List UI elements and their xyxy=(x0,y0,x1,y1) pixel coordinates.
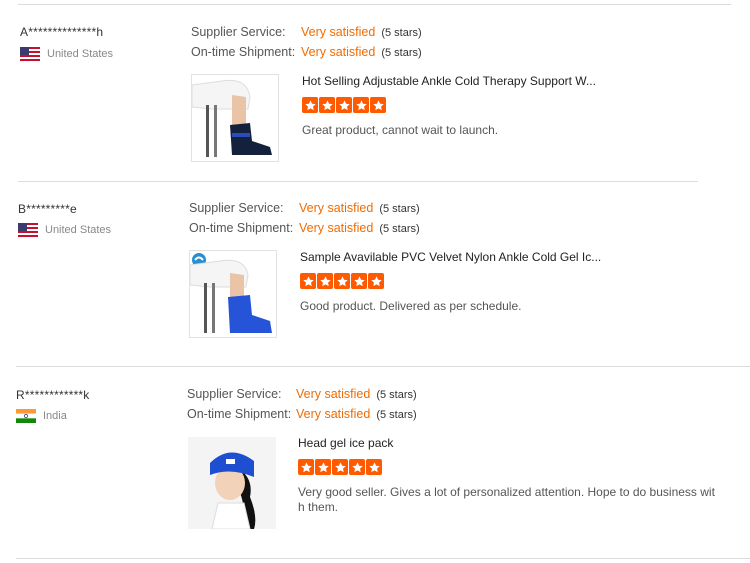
bottom-divider xyxy=(16,558,750,559)
product-rating-stars xyxy=(300,273,384,289)
review-comment: Great product, cannot wait to launch. xyxy=(302,123,499,137)
supplier-service-stars: (5 stars) xyxy=(379,203,420,215)
product-image[interactable] xyxy=(187,436,277,530)
star-icon xyxy=(351,273,367,289)
supplier-service-value: Very satisfied xyxy=(301,25,376,39)
star-icon xyxy=(353,97,369,113)
supplier-service-value: Very satisfied xyxy=(296,387,371,401)
review-divider xyxy=(18,181,698,182)
on-time-shipment-rating: On-time Shipment: Very satisfied (5 star… xyxy=(187,407,417,421)
star-icon xyxy=(334,273,350,289)
review-comment: Good product. Delivered as per schedule. xyxy=(300,299,522,313)
on-time-shipment-stars: (5 stars) xyxy=(381,47,422,59)
product-image[interactable] xyxy=(191,74,279,162)
star-icon xyxy=(319,97,335,113)
product-title[interactable]: Hot Selling Adjustable Ankle Cold Therap… xyxy=(302,74,596,88)
review-divider xyxy=(16,366,750,367)
star-icon xyxy=(315,459,331,475)
on-time-shipment-value: Very satisfied xyxy=(296,407,371,421)
supplier-service-rating: Supplier Service: Very satisfied (5 star… xyxy=(191,25,422,39)
product-title[interactable]: Head gel ice pack xyxy=(298,436,393,450)
product-image[interactable] xyxy=(189,250,277,338)
star-icon xyxy=(332,459,348,475)
star-icon xyxy=(349,459,365,475)
country-label: United States xyxy=(45,224,112,236)
product-rating-stars xyxy=(298,459,382,475)
india-flag-icon xyxy=(16,409,36,423)
supplier-service-value: Very satisfied xyxy=(299,201,374,215)
country-label: United States xyxy=(47,48,114,60)
on-time-shipment-value: Very satisfied xyxy=(301,45,376,59)
supplier-service-rating: Supplier Service: Very satisfied (5 star… xyxy=(189,201,420,215)
on-time-shipment-label: On-time Shipment: xyxy=(187,407,292,421)
reviewer-country: United States xyxy=(18,223,111,237)
on-time-shipment-label: On-time Shipment: xyxy=(189,221,294,235)
us-flag-icon xyxy=(20,47,40,61)
star-icon xyxy=(300,273,316,289)
supplier-service-stars: (5 stars) xyxy=(381,27,422,39)
reviewer-name: B*********e xyxy=(18,202,77,216)
on-time-shipment-value: Very satisfied xyxy=(299,221,374,235)
star-icon xyxy=(317,273,333,289)
reviewer-name: A**************h xyxy=(20,25,104,39)
star-icon xyxy=(370,97,386,113)
on-time-shipment-rating: On-time Shipment: Very satisfied (5 star… xyxy=(191,45,422,59)
us-flag-icon xyxy=(18,223,38,237)
review-comment: Very good seller. Gives a lot of persona… xyxy=(298,485,715,515)
reviewer-country: United States xyxy=(20,47,113,61)
product-rating-stars xyxy=(302,97,386,113)
supplier-service-rating: Supplier Service: Very satisfied (5 star… xyxy=(187,387,417,401)
star-icon xyxy=(302,97,318,113)
supplier-service-label: Supplier Service: xyxy=(187,387,282,401)
on-time-shipment-stars: (5 stars) xyxy=(376,409,417,421)
supplier-service-stars: (5 stars) xyxy=(376,389,417,401)
review-comment-line: Very good seller. Gives a lot of persona… xyxy=(298,485,715,499)
supplier-service-label: Supplier Service: xyxy=(191,25,286,39)
country-label: India xyxy=(43,410,67,422)
top-divider xyxy=(18,4,731,5)
reviewer-country: India xyxy=(16,409,67,423)
on-time-shipment-label: On-time Shipment: xyxy=(191,45,296,59)
reviewer-name: R************k xyxy=(16,388,90,402)
star-icon xyxy=(368,273,384,289)
supplier-service-label: Supplier Service: xyxy=(189,201,284,215)
review-comment-line: h them. xyxy=(298,500,339,514)
star-icon xyxy=(366,459,382,475)
on-time-shipment-stars: (5 stars) xyxy=(379,223,420,235)
star-icon xyxy=(298,459,314,475)
product-title[interactable]: Sample Avavilable PVC Velvet Nylon Ankle… xyxy=(300,250,601,264)
star-icon xyxy=(336,97,352,113)
on-time-shipment-rating: On-time Shipment: Very satisfied (5 star… xyxy=(189,221,420,235)
